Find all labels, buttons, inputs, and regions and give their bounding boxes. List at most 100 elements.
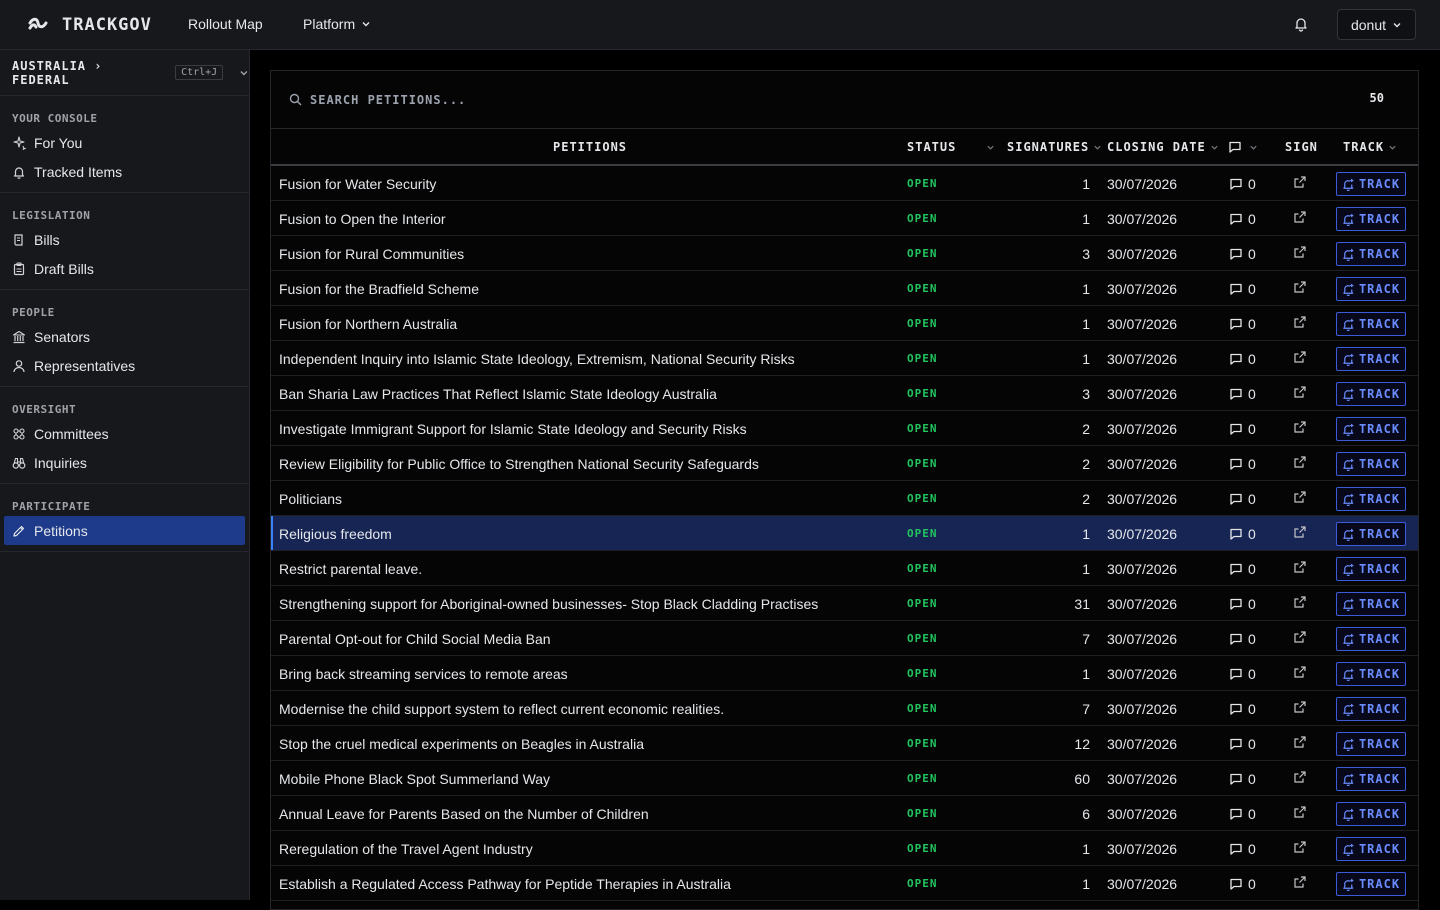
table-row[interactable]: Bring back streaming services to remote …: [271, 656, 1418, 691]
table-row[interactable]: Fusion for Northern Australia OPEN 1 30/07/…: [271, 306, 1418, 341]
table-row[interactable]: Fusion for Rural Communities OPEN 3 30/07/2…: [271, 236, 1418, 271]
table-row[interactable]: Fusion for the Bradfield Scheme OPEN 1 30/0…: [271, 271, 1418, 306]
petition-title[interactable]: Restrict parental leave.: [279, 561, 422, 577]
table-row[interactable]: Annual Leave for Parents Based on the Nu…: [271, 796, 1418, 831]
track-button[interactable]: TRACK: [1336, 452, 1406, 476]
track-button[interactable]: TRACK: [1336, 697, 1406, 721]
comments-button[interactable]: 0: [1229, 491, 1256, 507]
external-link-icon[interactable]: [1293, 630, 1307, 644]
comments-button[interactable]: 0: [1229, 456, 1256, 472]
petition-title[interactable]: Reregulation of the Travel Agent Industr…: [279, 841, 533, 857]
comments-button[interactable]: 0: [1229, 596, 1256, 612]
sidebar-item-tracked-items[interactable]: Tracked Items: [4, 157, 245, 186]
comments-button[interactable]: 0: [1229, 351, 1256, 367]
user-menu-button[interactable]: donut: [1337, 9, 1416, 40]
external-link-icon[interactable]: [1293, 350, 1307, 364]
external-link-icon[interactable]: [1293, 245, 1307, 259]
sidebar-item-representatives[interactable]: Representatives: [4, 351, 245, 380]
comments-button[interactable]: 0: [1229, 211, 1256, 227]
external-link-icon[interactable]: [1293, 595, 1307, 609]
comments-button[interactable]: 0: [1229, 771, 1256, 787]
petition-title[interactable]: Fusion for the Bradfield Scheme: [279, 281, 479, 297]
petition-title[interactable]: Independent Inquiry into Islamic State I…: [279, 351, 795, 367]
comments-button[interactable]: 0: [1229, 561, 1256, 577]
table-row[interactable]: Stop the cruel medical experiments on Be…: [271, 726, 1418, 761]
petition-title[interactable]: Investigate Immigrant Support for Islami…: [279, 421, 747, 437]
comments-button[interactable]: 0: [1229, 421, 1256, 437]
external-link-icon[interactable]: [1293, 560, 1307, 574]
comments-button[interactable]: 0: [1229, 701, 1256, 717]
external-link-icon[interactable]: [1293, 280, 1307, 294]
external-link-icon[interactable]: [1293, 805, 1307, 819]
comments-button[interactable]: 0: [1229, 281, 1256, 297]
petition-title[interactable]: Mobile Phone Black Spot Summerland Way: [279, 771, 550, 787]
comments-button[interactable]: 0: [1229, 176, 1256, 192]
track-button[interactable]: TRACK: [1336, 522, 1406, 546]
comments-button[interactable]: 0: [1229, 386, 1256, 402]
comments-button[interactable]: 0: [1229, 246, 1256, 262]
table-row[interactable]: Modernise the child support system to re…: [271, 691, 1418, 726]
table-row[interactable]: Strengthening support for Aboriginal-own…: [271, 586, 1418, 621]
external-link-icon[interactable]: [1293, 385, 1307, 399]
track-button[interactable]: TRACK: [1336, 802, 1406, 826]
external-link-icon[interactable]: [1293, 490, 1307, 504]
petition-title[interactable]: Ban Sharia Law Practices That Reflect Is…: [279, 386, 717, 402]
table-row[interactable]: Fusion to Open the Interior OPEN 1 30/07/20…: [271, 201, 1418, 236]
comments-button[interactable]: 0: [1229, 631, 1256, 647]
table-row[interactable]: Independent Inquiry into Islamic State I…: [271, 341, 1418, 376]
track-button[interactable]: TRACK: [1336, 277, 1406, 301]
petition-title[interactable]: Annual Leave for Parents Based on the Nu…: [279, 806, 649, 822]
logo[interactable]: TRACKGOV: [28, 15, 152, 35]
external-link-icon[interactable]: [1293, 735, 1307, 749]
track-button[interactable]: TRACK: [1336, 487, 1406, 511]
table-row[interactable]: Fusion for Water Security OPEN 1 30/07/2026…: [271, 166, 1418, 201]
sidebar-item-draft-bills[interactable]: Draft Bills: [4, 254, 245, 283]
petition-title[interactable]: Religious freedom: [279, 526, 392, 542]
col-petitions[interactable]: PETITIONS: [553, 140, 627, 154]
external-link-icon[interactable]: [1293, 525, 1307, 539]
external-link-icon[interactable]: [1293, 420, 1307, 434]
external-link-icon[interactable]: [1293, 455, 1307, 469]
table-row[interactable]: Ban Sharia Law Practices That Reflect Is…: [271, 376, 1418, 411]
track-button[interactable]: TRACK: [1336, 242, 1406, 266]
track-button[interactable]: TRACK: [1336, 347, 1406, 371]
col-closing-date[interactable]: CLOSING DATE: [1107, 140, 1219, 154]
sidebar-item-committees[interactable]: Committees: [4, 419, 245, 448]
col-signatures[interactable]: SIGNATURES: [1007, 140, 1102, 154]
track-button[interactable]: TRACK: [1336, 172, 1406, 196]
petition-title[interactable]: Fusion to Open the Interior: [279, 211, 446, 227]
petition-title[interactable]: Parental Opt-out for Child Social Media …: [279, 631, 551, 647]
sidebar-item-for-you[interactable]: For You: [4, 128, 245, 157]
external-link-icon[interactable]: [1293, 700, 1307, 714]
petition-title[interactable]: Modernise the child support system to re…: [279, 701, 724, 717]
external-link-icon[interactable]: [1293, 875, 1307, 889]
col-status[interactable]: STATUS: [907, 140, 995, 154]
petition-title[interactable]: Fusion for Rural Communities: [279, 246, 464, 262]
table-row[interactable]: Review Eligibility for Public Office to …: [271, 446, 1418, 481]
petition-title[interactable]: Bring back streaming services to remote …: [279, 666, 568, 682]
comments-button[interactable]: 0: [1229, 806, 1256, 822]
comments-button[interactable]: 0: [1229, 876, 1256, 892]
external-link-icon[interactable]: [1293, 665, 1307, 679]
external-link-icon[interactable]: [1293, 770, 1307, 784]
bell-icon[interactable]: [1293, 16, 1309, 32]
sidebar-item-senators[interactable]: Senators: [4, 322, 245, 351]
track-button[interactable]: TRACK: [1336, 767, 1406, 791]
track-button[interactable]: TRACK: [1336, 837, 1406, 861]
table-row[interactable]: Establish a Regulated Access Pathway for…: [271, 866, 1418, 901]
petition-title[interactable]: Fusion for Water Security: [279, 176, 436, 192]
external-link-icon[interactable]: [1293, 840, 1307, 854]
sidebar-item-bills[interactable]: Bills: [4, 225, 245, 254]
petition-title[interactable]: Politicians: [279, 491, 342, 507]
track-button[interactable]: TRACK: [1336, 557, 1406, 581]
petition-title[interactable]: Establish a Regulated Access Pathway for…: [279, 876, 731, 892]
track-button[interactable]: TRACK: [1336, 872, 1406, 896]
sidebar-item-petitions[interactable]: Petitions: [4, 516, 245, 545]
comments-button[interactable]: 0: [1229, 841, 1256, 857]
petition-title[interactable]: Fusion for Northern Australia: [279, 316, 457, 332]
table-row[interactable]: Religious freedom OPEN 1 30/07/2026 0 TRACK: [271, 516, 1418, 551]
table-row[interactable]: Mobile Phone Black Spot Summerland Way OP…: [271, 761, 1418, 796]
track-button[interactable]: TRACK: [1336, 312, 1406, 336]
external-link-icon[interactable]: [1293, 315, 1307, 329]
track-button[interactable]: TRACK: [1336, 592, 1406, 616]
